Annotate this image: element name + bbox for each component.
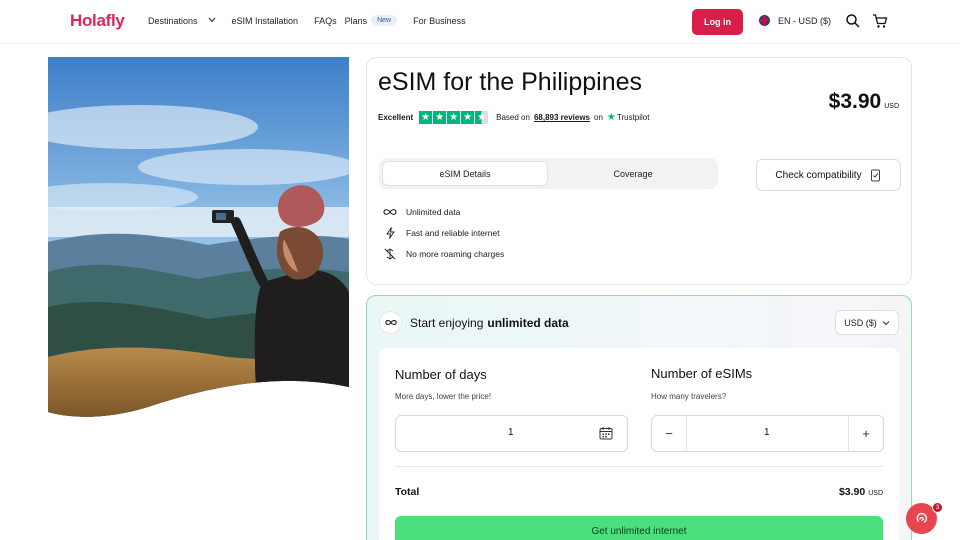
reviews-link[interactable]: 68,893 reviews	[534, 113, 590, 122]
nav-plans-label: Plans	[344, 15, 368, 26]
product-title: eSIM for the Philippines	[378, 68, 643, 96]
main-nav: Destinations eSIM Installation FAQs Plan…	[148, 15, 482, 26]
uk-flag-icon	[759, 15, 770, 26]
nav-esim-installation[interactable]: eSIM Installation	[232, 16, 299, 26]
divider	[395, 466, 883, 467]
star-icon: ★	[461, 111, 475, 124]
nav-for-business-label: For Business	[413, 15, 466, 26]
reviews-prefix: Based on	[496, 113, 530, 122]
product-card: eSIM for the Philippines $3.90 USD Excel…	[366, 57, 912, 285]
total-amount: $3.90	[838, 486, 866, 498]
feature-label: No more roaming charges	[406, 248, 505, 259]
language-label: EN - USD ($)	[778, 15, 832, 26]
rating-label: Excellent	[378, 113, 414, 122]
total-label: Total	[395, 486, 420, 498]
feature-item: No more roaming charges	[383, 243, 504, 264]
esims-title: Number of eSIMs	[651, 366, 753, 381]
calendar-icon[interactable]	[599, 426, 613, 440]
star-icon: ★	[447, 111, 461, 124]
chat-notification-badge: 3	[932, 502, 943, 513]
search-icon[interactable]	[845, 13, 861, 29]
decrement-button[interactable]: −	[652, 416, 687, 451]
nav-faqs-label: FAQs	[314, 15, 337, 26]
hero-image	[48, 57, 349, 417]
star-icon: ★	[419, 111, 433, 124]
days-value: 1	[508, 427, 514, 438]
tab-esim-details[interactable]: eSIM Details	[382, 161, 548, 186]
trustpilot-logo: ★ Trustpilot	[607, 112, 650, 123]
check-compatibility-button[interactable]: Check compatibility	[756, 159, 901, 191]
get-unlimited-internet-button[interactable]: Get unlimited internet	[395, 516, 883, 540]
trustpilot-label: Trustpilot	[616, 113, 650, 122]
plan-options: Number of days More days, lower the pric…	[379, 348, 899, 540]
nav-for-business[interactable]: For Business	[413, 16, 466, 26]
nav-destinations[interactable]: Destinations	[148, 16, 216, 26]
days-input[interactable]: 1	[395, 415, 628, 452]
reviews-suffix: on	[594, 113, 603, 122]
infinity-icon	[383, 206, 397, 218]
chat-icon	[916, 512, 927, 523]
chevron-down-icon	[882, 320, 890, 325]
total-value: $3.90 USD	[839, 486, 883, 498]
total-currency: USD	[868, 490, 883, 497]
feature-label: Fast and reliable internet	[406, 227, 500, 238]
currency-select-value: USD ($)	[844, 317, 877, 328]
trustpilot-star-icon: ★	[606, 112, 616, 123]
phone-check-icon	[870, 169, 880, 181]
price-currency: USD	[884, 103, 899, 110]
increment-button[interactable]: +	[848, 416, 883, 451]
star-icon: ★	[433, 111, 447, 124]
esims-value: 1	[764, 427, 770, 438]
chevron-down-icon	[208, 16, 216, 25]
esims-subtitle: How many travelers?	[651, 392, 727, 401]
half-star-icon: ★	[475, 111, 489, 124]
plan-heading-prefix: Start enjoying	[410, 315, 484, 330]
nav-esim-installation-label: eSIM Installation	[231, 15, 299, 26]
holafly-logo[interactable]: Holafly	[70, 11, 125, 31]
new-badge: New	[371, 15, 398, 26]
feature-item: Unlimited data	[383, 201, 504, 222]
nav-destinations-label: Destinations	[148, 15, 198, 26]
currency-select[interactable]: USD ($)	[835, 310, 899, 335]
esims-stepper: − 1 +	[651, 415, 884, 452]
feature-label: Unlimited data	[406, 206, 461, 217]
rating-stars: ★ ★ ★ ★ ★	[419, 111, 489, 124]
feature-item: Fast and reliable internet	[383, 222, 504, 243]
feature-list: Unlimited data Fast and reliable interne…	[383, 201, 504, 264]
plan-heading: Start enjoying unlimited data	[379, 311, 569, 334]
nav-plans[interactable]: Plans New	[345, 15, 398, 26]
nav-faqs[interactable]: FAQs	[314, 16, 337, 26]
tab-coverage[interactable]: Coverage	[551, 161, 715, 186]
cart-icon[interactable]	[872, 13, 888, 29]
plan-panel: Start enjoying unlimited data USD ($) Nu…	[366, 295, 912, 540]
days-title: Number of days	[395, 367, 487, 382]
days-subtitle: More days, lower the price!	[395, 392, 492, 401]
site-header: Holafly Destinations eSIM Installation F…	[0, 0, 960, 44]
login-button[interactable]: Log in	[692, 9, 743, 35]
details-tabs: eSIM Details Coverage	[379, 158, 718, 189]
product-price: $3.90 USD	[829, 90, 899, 114]
language-currency-selector[interactable]: EN - USD ($)	[759, 15, 831, 26]
no-roaming-icon	[383, 247, 397, 260]
check-compatibility-label: Check compatibility	[775, 169, 862, 181]
price-value: $3.90	[828, 90, 882, 113]
lightning-icon	[383, 226, 397, 239]
rating-row: Excellent ★ ★ ★ ★ ★ Based on 68,893 revi…	[378, 111, 649, 124]
infinity-icon	[379, 311, 402, 334]
plan-heading-bold: unlimited data	[487, 315, 569, 330]
